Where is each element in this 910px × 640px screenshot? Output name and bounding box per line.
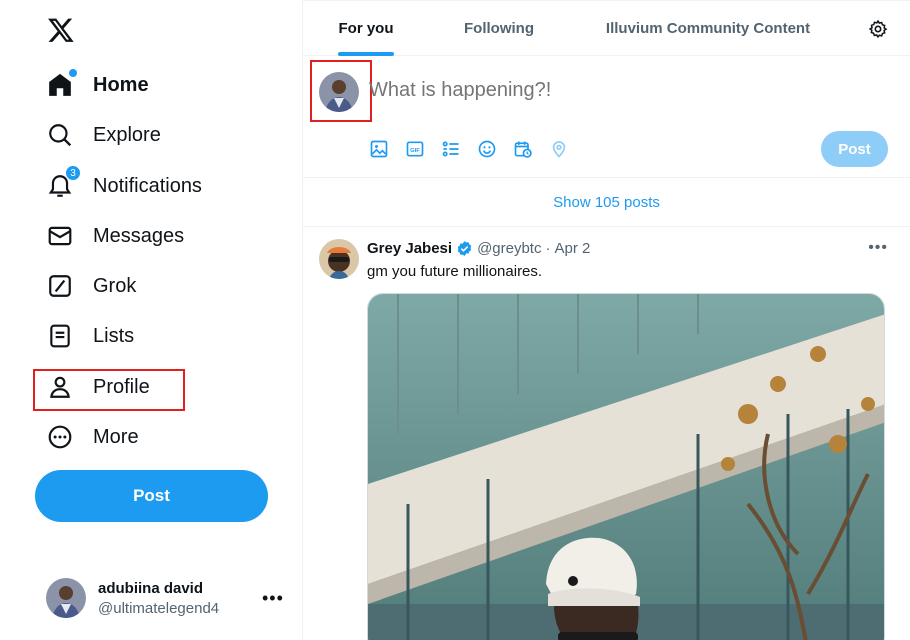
compose-input[interactable] (369, 79, 769, 102)
gear-icon[interactable] (868, 19, 888, 39)
show-new-posts-link[interactable]: Show 105 posts (303, 178, 910, 227)
more-circle-icon (47, 424, 73, 450)
emoji-icon[interactable] (477, 139, 497, 159)
grok-icon (47, 273, 73, 299)
image-icon[interactable] (369, 139, 389, 159)
tweet[interactable]: Grey Jabesi @greybtc · Apr 2 ••• gm you … (303, 227, 910, 640)
account-handle: @ultimatelegend4 (98, 599, 220, 617)
schedule-icon[interactable] (513, 139, 533, 159)
account-name: adubiina david (98, 579, 204, 597)
notification-dot (69, 69, 77, 77)
tab-following-label: Following (464, 20, 534, 37)
post-button[interactable]: Post (35, 470, 268, 522)
nav-explore[interactable]: Explore (36, 113, 161, 157)
nav-lists[interactable]: Lists (36, 314, 134, 358)
timeline-tabs: For you Following Illuvium Community Con… (303, 1, 910, 56)
sidebar: Home Explore 3 Notifications Messages Gr… (0, 0, 303, 640)
list-icon (47, 323, 73, 349)
nav-explore-label: Explore (93, 123, 161, 146)
account-switcher[interactable]: adubiina david @ultimatelegend4 ••• (46, 576, 286, 620)
tweet-header: Grey Jabesi @greybtc · Apr 2 (367, 240, 590, 257)
nav-notifications-label: Notifications (93, 174, 202, 197)
nav-notifications[interactable]: 3 Notifications (36, 164, 202, 208)
bell-icon: 3 (47, 165, 81, 199)
tab-illuvium-label: Illuvium Community Content (605, 20, 811, 37)
x-logo-icon[interactable] (46, 16, 76, 44)
tab-for-you[interactable]: For you (303, 1, 429, 56)
notification-count-badge: 3 (65, 165, 81, 181)
tab-illuvium-community[interactable]: Illuvium Community Content (583, 1, 833, 56)
nav-grok[interactable]: Grok (36, 264, 136, 308)
search-icon (47, 122, 73, 148)
tweet-separator-dot: · (545, 240, 551, 257)
tab-for-you-label: For you (338, 20, 394, 37)
tweet-author-handle[interactable]: @greybtc (477, 240, 541, 257)
tab-following[interactable]: Following (429, 1, 569, 56)
tweet-author-name[interactable]: Grey Jabesi (367, 240, 452, 257)
tweet-author-avatar[interactable] (319, 239, 359, 279)
poll-icon[interactable] (441, 139, 461, 159)
main-column: For you Following Illuvium Community Con… (303, 0, 910, 640)
composer-avatar-highlight-box (310, 60, 372, 122)
nav-home-label: Home (93, 73, 149, 96)
nav-messages-label: Messages (93, 224, 185, 247)
more-dots-icon[interactable]: ••• (262, 588, 284, 609)
verified-badge-icon (456, 240, 473, 257)
compose-box: GIF Post (303, 57, 910, 178)
svg-text:GIF: GIF (410, 148, 420, 154)
gif-icon[interactable]: GIF (405, 139, 425, 159)
nav-more-label: More (93, 425, 139, 448)
avatar (46, 578, 86, 618)
home-icon (47, 69, 77, 98)
active-tab-indicator (338, 52, 394, 56)
tweet-date[interactable]: Apr 2 (554, 240, 590, 257)
nav-more[interactable]: More (36, 415, 139, 459)
nav-grok-label: Grok (93, 274, 137, 297)
compose-post-button[interactable]: Post (821, 131, 888, 167)
composer-toolbar: GIF (369, 139, 585, 159)
tweet-photo[interactable] (367, 293, 885, 640)
profile-highlight-box (33, 369, 185, 411)
nav-messages[interactable]: Messages (36, 214, 184, 258)
tweet-text: gm you future millionaires. (367, 263, 543, 280)
envelope-icon (47, 223, 73, 249)
nav-home[interactable]: Home (36, 63, 149, 107)
nav-lists-label: Lists (93, 324, 135, 347)
more-dots-icon[interactable]: ••• (868, 239, 888, 257)
location-icon[interactable] (549, 139, 569, 159)
